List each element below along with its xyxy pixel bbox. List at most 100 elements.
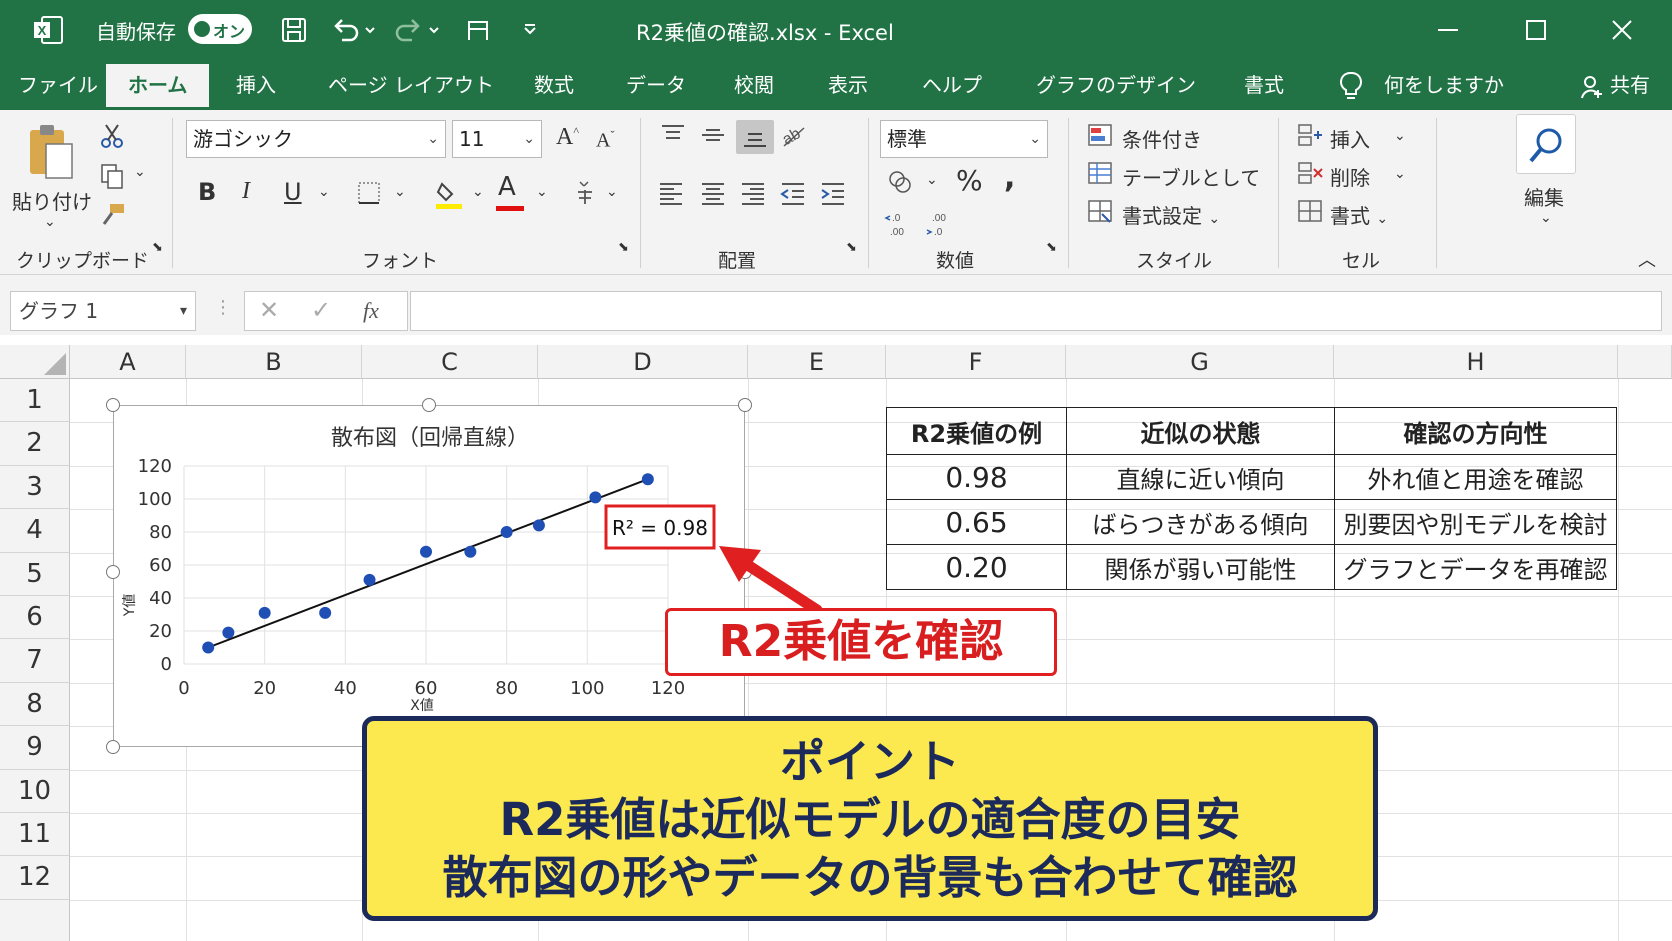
delete-cells-icon[interactable] [1296, 160, 1324, 186]
resize-handle[interactable] [106, 740, 120, 754]
orientation-icon[interactable]: ab [780, 120, 808, 150]
phonetic-dropdown-icon[interactable]: ⌄ [606, 184, 618, 200]
number-launcher-icon[interactable]: ⬊ [1046, 240, 1057, 255]
decrease-decimal-icon[interactable]: .00.0 [924, 210, 954, 238]
resize-handle[interactable] [738, 398, 752, 412]
accounting-format-icon[interactable] [886, 168, 914, 196]
scatter-chart[interactable]: 散布図（回帰直線） 0 20 40 60 80 100 120 0 20 40 60 80 100 120… [113, 405, 745, 747]
format-as-table-icon[interactable] [1086, 160, 1114, 186]
table-cell[interactable]: 0.65 [886, 499, 1067, 545]
bold-button[interactable]: B [198, 178, 216, 206]
editing-dropdown-icon[interactable]: ⌄ [1540, 210, 1552, 226]
increase-decimal-icon[interactable]: .0.00 [884, 210, 914, 238]
paste-icon[interactable] [26, 122, 76, 184]
delete-cells-button[interactable]: 削除 [1330, 162, 1370, 191]
font-color-button[interactable]: A [498, 172, 516, 202]
copy-icon[interactable] [98, 162, 126, 190]
tab-page-layout[interactable]: ページ レイアウト [328, 70, 494, 110]
row-header[interactable]: 10 [0, 769, 70, 813]
redo-icon[interactable] [392, 14, 424, 46]
align-bottom-selected[interactable] [736, 120, 774, 154]
comma-style-button[interactable]: , [1004, 160, 1015, 195]
tab-help[interactable]: ヘルプ [922, 70, 982, 110]
formula-input[interactable] [410, 291, 1662, 331]
insert-function-button[interactable]: fx [363, 298, 379, 324]
cut-icon[interactable] [98, 122, 126, 150]
font-size-combo[interactable]: 11 ⌄ [452, 120, 542, 158]
tab-home[interactable]: ホーム [106, 64, 210, 110]
align-top-icon[interactable] [658, 122, 688, 148]
touch-mode-icon[interactable] [462, 14, 494, 46]
font-color-dropdown-icon[interactable]: ⌄ [536, 184, 548, 200]
align-center-icon[interactable] [698, 180, 728, 206]
customize-qat-icon[interactable] [520, 14, 540, 46]
table-cell[interactable]: グラフとデータを再確認 [1334, 544, 1617, 590]
find-select-button[interactable] [1516, 114, 1576, 174]
borders-icon[interactable] [356, 180, 382, 206]
italic-button[interactable]: I [242, 178, 250, 205]
column-header[interactable]: H [1334, 345, 1618, 379]
maximize-icon[interactable] [1518, 12, 1554, 48]
alignment-launcher-icon[interactable]: ⬊ [846, 240, 857, 255]
formula-bar-grip-icon[interactable]: ⋮ [214, 297, 232, 318]
row-header[interactable]: 12 [0, 856, 70, 900]
underline-dropdown-icon[interactable]: ⌄ [318, 184, 330, 200]
close-icon[interactable] [1604, 12, 1640, 48]
row-header[interactable]: 7 [0, 639, 70, 683]
align-middle-icon[interactable] [698, 122, 728, 148]
row-header[interactable]: 5 [0, 552, 70, 596]
tab-chart-design[interactable]: グラフのデザイン [1036, 70, 1196, 110]
row-header[interactable] [0, 899, 70, 941]
select-all-corner[interactable] [0, 345, 70, 379]
table-cell[interactable]: 関係が弱い可能性 [1066, 544, 1335, 590]
tab-format[interactable]: 書式 [1244, 70, 1284, 110]
tab-insert[interactable]: 挿入 [236, 70, 276, 110]
table-cell[interactable]: 0.20 [886, 544, 1067, 590]
row-header[interactable]: 11 [0, 813, 70, 857]
share-button[interactable]: 共有 [1610, 70, 1650, 100]
borders-dropdown-icon[interactable]: ⌄ [394, 184, 406, 200]
enter-check-icon[interactable]: ✓ [311, 296, 331, 324]
row-header[interactable]: 4 [0, 509, 70, 553]
row-header[interactable]: 3 [0, 465, 70, 510]
table-cell[interactable]: 直線に近い傾向 [1066, 454, 1335, 500]
cell-styles-button[interactable]: 書式設定 ⌄ [1122, 200, 1220, 229]
align-right-icon[interactable] [738, 180, 768, 206]
conditional-formatting-icon[interactable] [1086, 122, 1114, 148]
tell-me-search[interactable]: 何をしますか [1384, 70, 1504, 100]
column-header[interactable]: A [70, 345, 186, 379]
increase-indent-icon[interactable] [818, 180, 848, 206]
row-header[interactable]: 9 [0, 726, 70, 770]
row-header[interactable]: 1 [0, 379, 70, 423]
decrease-indent-icon[interactable] [778, 180, 808, 206]
column-header[interactable] [1618, 345, 1672, 379]
save-icon[interactable] [278, 14, 310, 46]
minimize-icon[interactable] [1430, 12, 1466, 48]
format-cells-icon[interactable] [1296, 198, 1324, 224]
percent-style-button[interactable]: % [956, 164, 983, 197]
column-header[interactable]: G [1066, 345, 1334, 379]
collapse-ribbon-icon[interactable]: ︿ [1638, 246, 1656, 272]
paste-button[interactable]: 貼り付け [12, 186, 92, 215]
column-header[interactable]: C [362, 345, 538, 379]
copy-dropdown-icon[interactable]: ⌄ [134, 164, 146, 180]
resize-handle[interactable] [422, 398, 436, 412]
shrink-font-button[interactable]: Aˇ [596, 128, 614, 153]
insert-cells-icon[interactable] [1296, 122, 1324, 148]
column-header[interactable]: B [186, 345, 362, 379]
paste-dropdown-icon[interactable]: ⌄ [44, 214, 56, 230]
undo-dropdown-icon[interactable] [362, 14, 378, 46]
accounting-dropdown-icon[interactable]: ⌄ [926, 172, 938, 188]
align-left-icon[interactable] [656, 180, 686, 206]
tab-formulas[interactable]: 数式 [534, 70, 574, 110]
fill-color-dropdown-icon[interactable]: ⌄ [472, 184, 484, 200]
conditional-formatting-button[interactable]: 条件付き [1122, 124, 1202, 153]
undo-icon[interactable] [330, 14, 362, 46]
table-cell[interactable]: 別要因や別モデルを検討 [1334, 499, 1617, 545]
format-cells-button[interactable]: 書式 ⌄ [1330, 200, 1388, 229]
row-header[interactable]: 6 [0, 596, 70, 640]
name-box[interactable]: グラフ 1 ▾ [10, 291, 196, 331]
grow-font-button[interactable]: A^ [556, 124, 579, 151]
tab-review[interactable]: 校閲 [734, 70, 774, 110]
format-painter-icon[interactable] [98, 202, 126, 230]
